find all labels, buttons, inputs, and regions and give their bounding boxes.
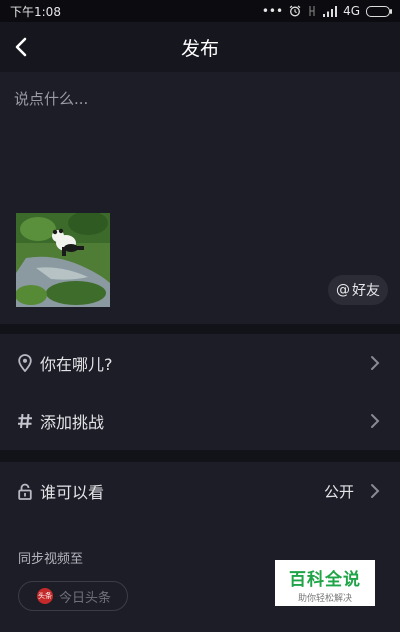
privacy-row[interactable]: 谁可以看 公开 [0, 462, 400, 520]
compose-area: 说点什么... @ 好友 [0, 72, 400, 324]
add-challenge-row[interactable]: 添加挑战 [0, 392, 400, 450]
back-arrow-icon[interactable] [12, 35, 32, 59]
status-icons: ••• 4G [261, 4, 392, 18]
battery-icon [366, 5, 392, 17]
status-time: 下午1:08 [10, 4, 61, 19]
section-divider [0, 450, 400, 462]
mention-friend-label: 好友 [352, 283, 380, 299]
chevron-right-icon [371, 356, 380, 370]
add-challenge-label: 添加挑战 [40, 413, 105, 432]
watermark-title: 百科全说 [289, 570, 361, 590]
chevron-right-icon [371, 414, 380, 428]
status-bar: 下午1:08 ••• 4G [0, 0, 400, 22]
mention-friend-button[interactable]: @ 好友 [328, 275, 388, 305]
lock-icon [16, 481, 34, 501]
location-row[interactable]: 你在哪儿? [0, 334, 400, 392]
toutiao-label: 今日头条 [59, 590, 112, 606]
toutiao-logo-icon: 头条 [37, 588, 53, 604]
toutiao-sync-toggle[interactable]: 头条 今日头条 [18, 581, 128, 611]
chevron-right-icon [371, 484, 380, 498]
caption-input[interactable]: 说点什么... [14, 88, 88, 109]
privacy-value: 公开 [323, 482, 354, 501]
video-thumbnail[interactable] [16, 213, 110, 307]
vibrate-icon [309, 6, 315, 16]
notification-dots-icon: ••• [261, 4, 284, 18]
location-pin-icon [16, 353, 34, 373]
watermark-subtitle: 助你轻松解决 [297, 594, 352, 604]
location-label: 你在哪儿? [40, 355, 113, 374]
sync-label: 同步视频至 [18, 552, 84, 567]
panda-thumbnail-image [16, 213, 110, 307]
network-type: 4G [343, 4, 360, 18]
hashtag-icon [16, 411, 34, 431]
page-title: 发布 [180, 37, 219, 60]
alarm-icon [289, 5, 301, 17]
section-divider [0, 324, 400, 334]
watermark-logo: 百科全说 助你轻松解决 [275, 560, 375, 606]
at-icon: @ [336, 282, 350, 298]
nav-bar: 发布 [0, 22, 400, 72]
signal-icon [323, 5, 338, 17]
privacy-label: 谁可以看 [40, 483, 105, 502]
